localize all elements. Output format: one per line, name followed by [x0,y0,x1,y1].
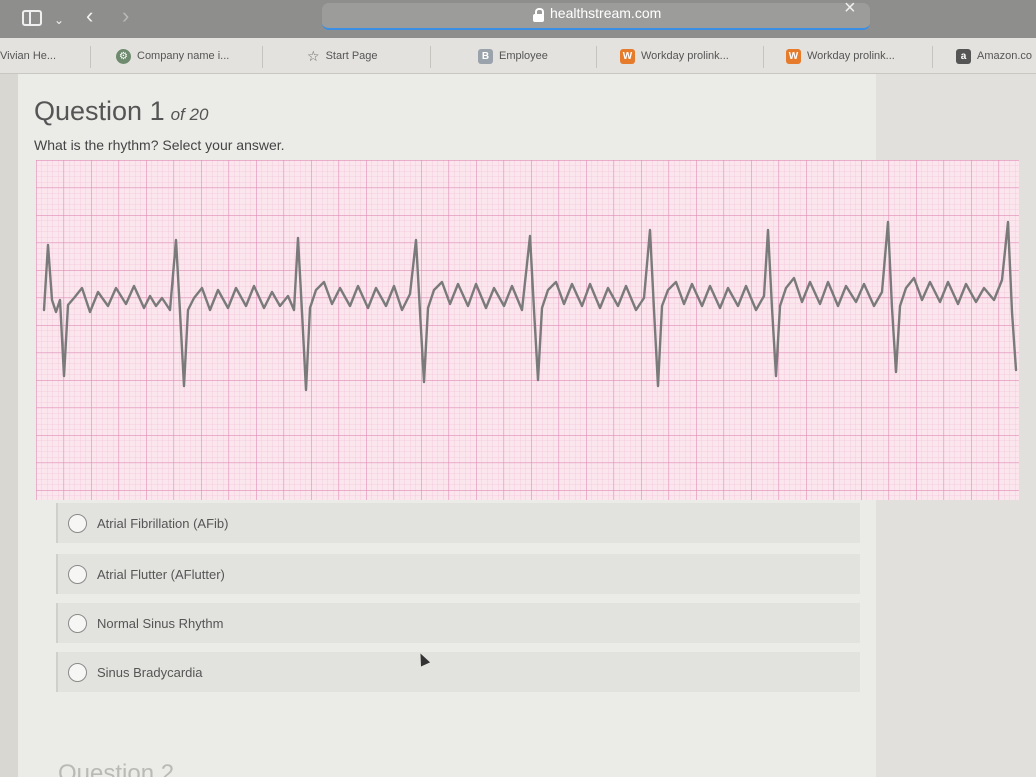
bookmark-start-page[interactable]: ☆ Start Page [307,38,378,74]
url-text: healthstream.com [550,5,662,21]
close-icon[interactable]: × [844,0,856,20]
bookmark-label: Company name i... [137,50,230,62]
answer-option-sinus-brady[interactable]: Sinus Bradycardia [56,652,860,692]
w-icon: W [620,48,635,64]
star-icon: ☆ [307,47,320,64]
bookmark-divider [90,46,91,68]
bookmark-divider [596,46,597,68]
a-icon: a [956,48,971,64]
bookmark-label: Employee [499,50,548,62]
bookmark-workday-2[interactable]: W Workday prolink... [786,38,895,74]
bookmark-label: Workday prolink... [807,50,895,62]
radio-button[interactable] [68,613,87,633]
answer-option-aflutter[interactable]: Atrial Flutter (AFlutter) [56,554,860,594]
forward-icon[interactable]: › [122,5,129,27]
radio-button[interactable] [68,513,87,533]
question-title: Question 1 of 20 [34,96,208,127]
sidebar-icon[interactable] [22,10,42,26]
option-label: Atrial Flutter (AFlutter) [97,566,225,582]
ecg-rhythm-strip [36,160,1019,500]
option-label: Normal Sinus Rhythm [97,615,224,631]
browser-toolbar: ⌄ ‹ › healthstream.com × [0,0,1036,38]
bookmark-divider [763,46,764,68]
bookmark-employee[interactable]: B Employee [478,38,548,74]
question-number: Question 1 [34,96,165,126]
bookmark-company[interactable]: ⚙ Company name i... [116,38,229,74]
b-icon: B [478,48,493,64]
bookmark-divider [932,46,933,68]
chevron-down-icon[interactable]: ⌄ [54,11,64,29]
gear-icon: ⚙ [116,48,131,64]
bookmark-label: Amazon.co [977,50,1033,62]
option-label: Atrial Fibrillation (AFib) [97,515,229,531]
question-count: of 20 [170,105,209,124]
answer-option-normal-sinus[interactable]: Normal Sinus Rhythm [56,603,860,643]
ecg-grid [36,160,1019,500]
address-bar[interactable]: healthstream.com [322,3,870,30]
lock-icon [533,8,544,22]
radio-button[interactable] [68,662,87,682]
bookmark-divider [262,46,263,68]
bookmark-label: Vivian He... [0,50,57,62]
radio-button[interactable] [68,564,87,584]
bookmark-divider [430,46,431,68]
bookmark-label: Workday prolink... [641,50,729,62]
w-icon: W [786,48,801,64]
bookmark-workday-1[interactable]: W Workday prolink... [620,38,729,74]
back-icon[interactable]: ‹ [86,5,93,27]
answer-option-afib[interactable]: Atrial Fibrillation (AFib) [56,503,860,543]
option-label: Sinus Bradycardia [97,664,203,680]
bookmark-amazon[interactable]: a Amazon.co [956,38,1032,74]
next-question-title: Question 2 [58,760,175,777]
question-prompt: What is the rhythm? Select your answer. [34,137,285,153]
bookmark-label: Start Page [325,50,378,62]
bookmarks-bar: Vivian He... ⚙ Company name i... ☆ Start… [0,38,1036,74]
bookmark-vivian[interactable]: Vivian He... [0,38,56,74]
